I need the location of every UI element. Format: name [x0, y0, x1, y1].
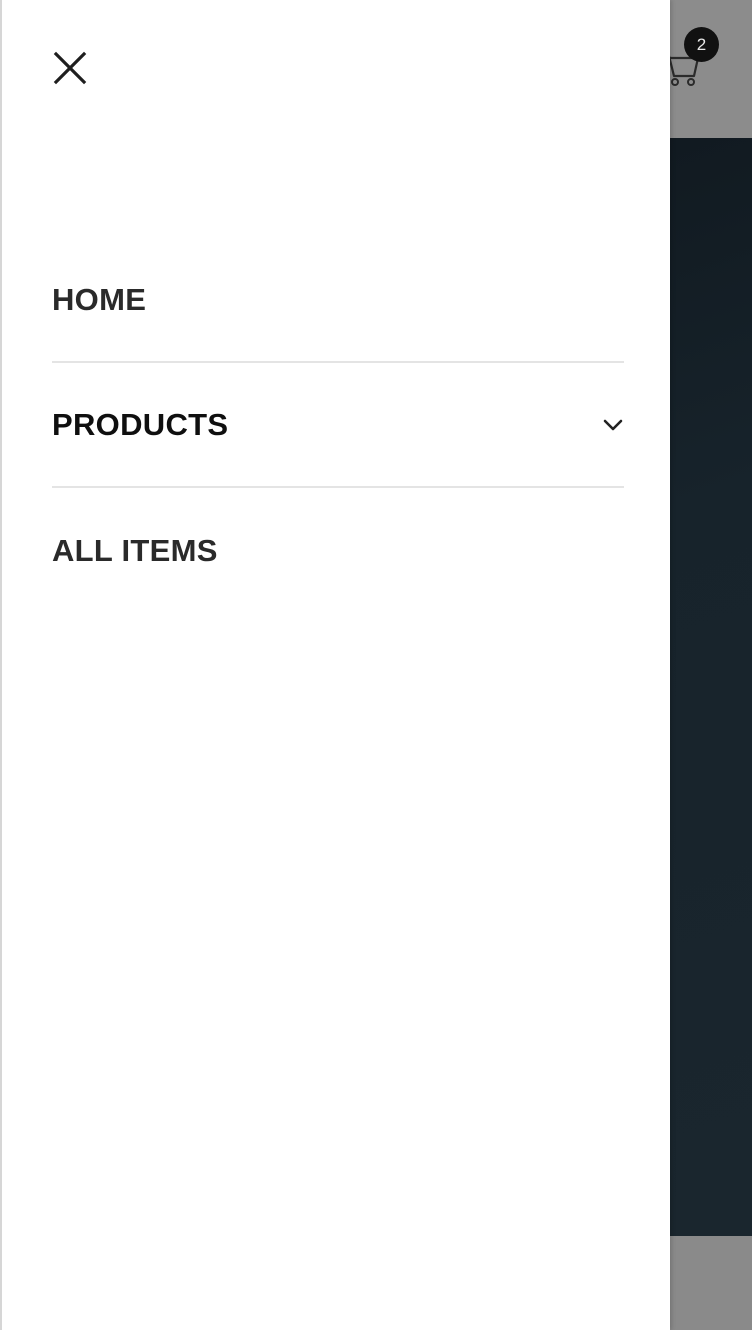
menu-item-label: HOME	[52, 281, 147, 317]
cart-count-badge[interactable]: 2	[684, 27, 719, 62]
close-menu-button[interactable]	[48, 46, 92, 90]
menu-item-products[interactable]: PRODUCTS	[52, 363, 624, 488]
menu-item-all-items[interactable]: ALL ITEMS	[52, 488, 624, 613]
menu-item-label: ALL ITEMS	[52, 532, 218, 568]
page: 2 HOME PRODUCTS ALL ITEMS	[0, 0, 752, 1330]
menu-item-label: PRODUCTS	[52, 406, 229, 442]
mobile-menu-drawer: HOME PRODUCTS ALL ITEMS	[0, 0, 670, 1330]
menu-item-home[interactable]: HOME	[52, 238, 624, 363]
close-icon	[53, 51, 87, 85]
chevron-down-icon[interactable]	[602, 418, 624, 432]
menu-list: HOME PRODUCTS ALL ITEMS	[52, 238, 624, 613]
